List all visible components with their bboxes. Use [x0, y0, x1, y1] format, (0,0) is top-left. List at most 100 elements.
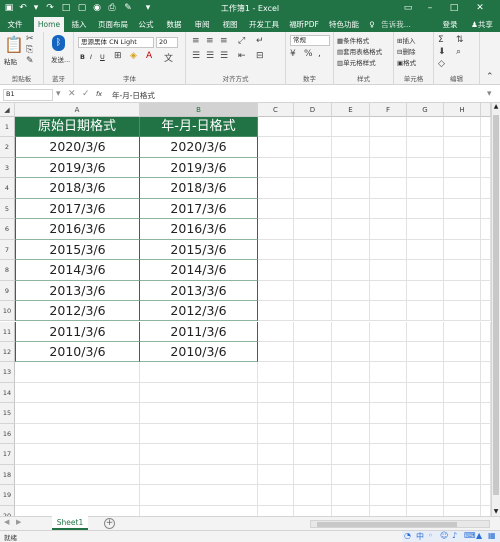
font-name-select[interactable]: 思源黑体 CN Light	[78, 37, 154, 48]
empty-cell[interactable]	[481, 321, 491, 342]
align-left-icon[interactable]: ☰	[192, 51, 200, 61]
empty-cell[interactable]	[332, 178, 370, 199]
empty-cell[interactable]	[481, 219, 491, 240]
currency-icon[interactable]: ¥	[290, 49, 296, 59]
empty-cell[interactable]	[407, 464, 444, 486]
empty-cell[interactable]	[332, 362, 370, 383]
empty-cell[interactable]	[370, 403, 407, 424]
empty-cell[interactable]	[15, 423, 140, 445]
empty-cell[interactable]	[444, 382, 481, 404]
expand-formula-icon[interactable]: ▾	[487, 89, 492, 99]
table-cell[interactable]: 2015/3/6	[15, 239, 140, 261]
table-cell[interactable]: 2018/3/6	[15, 178, 140, 199]
paste-button[interactable]: 粘贴	[4, 56, 17, 66]
table-cell[interactable]: 2020/3/6	[15, 137, 140, 158]
empty-cell[interactable]	[481, 239, 491, 261]
empty-cell[interactable]	[407, 178, 444, 199]
table-header-cell[interactable]: 原始日期格式	[15, 117, 140, 138]
empty-cell[interactable]	[140, 362, 258, 383]
row-header[interactable]: 3	[0, 157, 15, 179]
empty-cell[interactable]	[481, 280, 491, 302]
empty-cell[interactable]	[370, 157, 407, 179]
row-header[interactable]: 6	[0, 219, 15, 240]
number-format-select[interactable]: 常规	[290, 35, 330, 46]
empty-cell[interactable]	[332, 219, 370, 240]
empty-cell[interactable]	[15, 464, 140, 486]
empty-cell[interactable]	[407, 239, 444, 261]
fill-icon[interactable]: ⬇	[438, 47, 446, 57]
empty-cell[interactable]	[258, 341, 294, 363]
column-header-d[interactable]: D	[294, 103, 332, 117]
empty-cell[interactable]	[332, 198, 370, 220]
table-cell[interactable]: 2018/3/6	[140, 178, 258, 199]
empty-cell[interactable]	[481, 117, 491, 138]
format-painter-brush-icon[interactable]: ✎	[26, 56, 34, 66]
empty-cell[interactable]	[294, 321, 332, 342]
empty-cell[interactable]	[444, 117, 481, 138]
add-sheet-button[interactable]: +	[104, 518, 115, 529]
row-header[interactable]: 7	[0, 239, 15, 261]
row-header[interactable]: 12	[0, 341, 15, 363]
sheet-tab-sheet1[interactable]: Sheet1	[52, 516, 88, 530]
empty-cell[interactable]	[370, 137, 407, 158]
table-cell[interactable]: 2014/3/6	[140, 260, 258, 281]
vertical-scroll-thumb[interactable]	[493, 115, 499, 495]
empty-cell[interactable]	[407, 280, 444, 302]
empty-cell[interactable]	[481, 423, 491, 445]
row-header[interactable]: 19	[0, 485, 15, 506]
empty-cell[interactable]	[370, 341, 407, 363]
font-color-icon[interactable]: A	[146, 51, 152, 61]
empty-cell[interactable]	[140, 464, 258, 486]
empty-cell[interactable]	[294, 423, 332, 445]
table-cell[interactable]: 2019/3/6	[15, 157, 140, 179]
send-button[interactable]: 发送...	[51, 54, 70, 64]
empty-cell[interactable]	[370, 382, 407, 404]
table-cell[interactable]: 2017/3/6	[140, 198, 258, 220]
empty-cell[interactable]	[258, 444, 294, 465]
empty-cell[interactable]	[370, 239, 407, 261]
empty-cell[interactable]	[332, 382, 370, 404]
empty-cell[interactable]	[444, 444, 481, 465]
tab-formulas[interactable]: 公式	[135, 17, 157, 32]
chinese-mode-icon[interactable]: 中	[416, 531, 424, 542]
copy-icon[interactable]: ⎘	[26, 45, 33, 55]
empty-cell[interactable]	[294, 362, 332, 383]
tab-special[interactable]: 特色功能	[327, 17, 361, 32]
tab-data[interactable]: 数据	[163, 17, 185, 32]
select-all-corner[interactable]: ◢	[0, 103, 15, 117]
table-cell[interactable]: 2013/3/6	[140, 280, 258, 302]
empty-cell[interactable]	[444, 178, 481, 199]
voice-icon[interactable]: ♪	[452, 531, 457, 540]
empty-cell[interactable]	[332, 464, 370, 486]
empty-cell[interactable]	[444, 219, 481, 240]
empty-cell[interactable]	[15, 382, 140, 404]
empty-cell[interactable]	[15, 485, 140, 506]
empty-cell[interactable]	[407, 485, 444, 506]
empty-cell[interactable]	[407, 117, 444, 138]
empty-cell[interactable]	[444, 341, 481, 363]
table-cell[interactable]: 2012/3/6	[15, 301, 140, 322]
row-header[interactable]: 13	[0, 362, 15, 383]
empty-cell[interactable]	[258, 239, 294, 261]
tell-me-input[interactable]: 告诉我...	[378, 17, 414, 32]
bold-button[interactable]: B	[80, 53, 85, 61]
empty-cell[interactable]	[258, 423, 294, 445]
scroll-down-icon[interactable]: ▼	[492, 508, 500, 516]
empty-cell[interactable]	[370, 321, 407, 342]
empty-cell[interactable]	[370, 280, 407, 302]
empty-cell[interactable]	[332, 444, 370, 465]
row-header[interactable]: 10	[0, 301, 15, 322]
table-header-cell[interactable]: 年-月-日格式	[140, 117, 258, 138]
empty-cell[interactable]	[332, 423, 370, 445]
conditional-format-button[interactable]: ▦条件格式	[337, 35, 369, 45]
empty-cell[interactable]	[481, 301, 491, 322]
prev-sheet-icon[interactable]: ◀	[4, 518, 9, 526]
empty-cell[interactable]	[332, 117, 370, 138]
row-header[interactable]: 9	[0, 280, 15, 302]
empty-cell[interactable]	[444, 423, 481, 445]
empty-cell[interactable]	[370, 464, 407, 486]
empty-cell[interactable]	[258, 464, 294, 486]
percent-icon[interactable]: %	[304, 49, 313, 59]
column-header-e[interactable]: E	[332, 103, 370, 117]
empty-cell[interactable]	[444, 280, 481, 302]
